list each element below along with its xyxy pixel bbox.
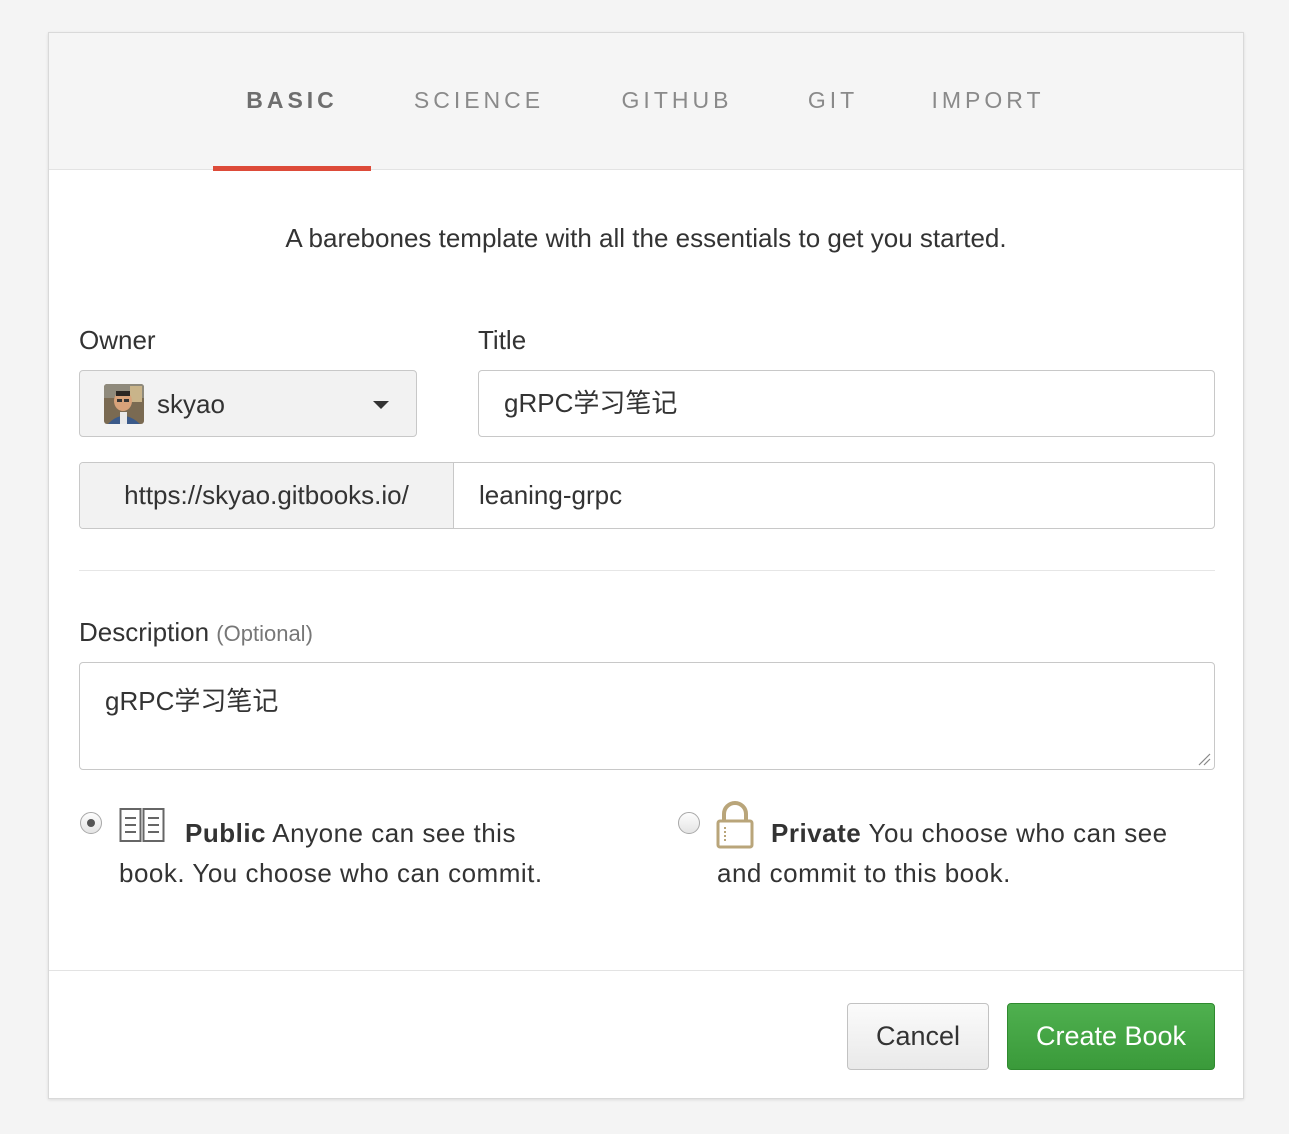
section-divider — [79, 570, 1215, 571]
owner-select[interactable]: skyao — [79, 370, 417, 437]
title-input-value: gRPC学习笔记 — [504, 388, 678, 418]
tab-git-label: GIT — [807, 87, 859, 113]
template-description: A barebones template with all the essent… — [285, 223, 1007, 253]
private-option-text[interactable]: Private You choose who can see and commi… — [717, 813, 1217, 893]
url-prefix: https://skyao.gitbooks.io/ — [80, 463, 454, 528]
owner-label: Owner — [79, 325, 156, 355]
url-slug-value: leaning-grpc — [479, 480, 623, 510]
tab-bar: BASIC SCIENCE GITHUB GIT IMPORT — [49, 33, 1243, 171]
caret-down-icon — [373, 401, 389, 409]
private-title: Private — [771, 818, 862, 848]
public-title: Public — [185, 818, 267, 848]
create-book-dialog: BASIC SCIENCE GITHUB GIT IMPORT A barebo… — [48, 32, 1244, 1099]
public-radio[interactable] — [80, 812, 102, 834]
public-option-text[interactable]: Public Anyone can see this book. You cho… — [119, 813, 589, 893]
active-tab-indicator — [213, 166, 371, 171]
avatar — [104, 384, 144, 424]
resize-handle-icon[interactable] — [1197, 752, 1211, 766]
tab-science[interactable]: SCIENCE — [395, 33, 563, 170]
optional-hint: (Optional) — [216, 621, 313, 646]
radio-selected-dot — [87, 819, 95, 827]
tab-import-label: IMPORT — [931, 87, 1045, 113]
create-book-button[interactable]: Create Book — [1007, 1003, 1215, 1070]
tab-github[interactable]: GITHUB — [602, 33, 752, 170]
tab-import[interactable]: IMPORT — [914, 33, 1062, 170]
public-description: Anyone can see this book. You choose who… — [119, 818, 543, 888]
title-label: Title — [478, 325, 527, 355]
owner-name: skyao — [157, 389, 225, 419]
description-label: Description (Optional) — [79, 617, 313, 648]
footer-divider — [49, 970, 1243, 971]
tab-git[interactable]: GIT — [791, 33, 875, 170]
description-textarea[interactable]: gRPC学习笔记 — [79, 662, 1215, 770]
url-slug-input[interactable]: leaning-grpc — [454, 463, 1214, 528]
description-value: gRPC学习笔记 — [105, 686, 279, 716]
cancel-button[interactable]: Cancel — [847, 1003, 989, 1070]
description-label-text: Description — [79, 617, 210, 647]
tab-science-label: SCIENCE — [413, 87, 545, 113]
tab-basic[interactable]: BASIC — [213, 33, 371, 171]
tab-github-label: GITHUB — [621, 87, 733, 113]
title-input[interactable]: gRPC学习笔记 — [478, 370, 1215, 437]
url-input-group: https://skyao.gitbooks.io/ leaning-grpc — [79, 462, 1215, 529]
tab-basic-label: BASIC — [246, 87, 338, 113]
private-radio[interactable] — [678, 812, 700, 834]
